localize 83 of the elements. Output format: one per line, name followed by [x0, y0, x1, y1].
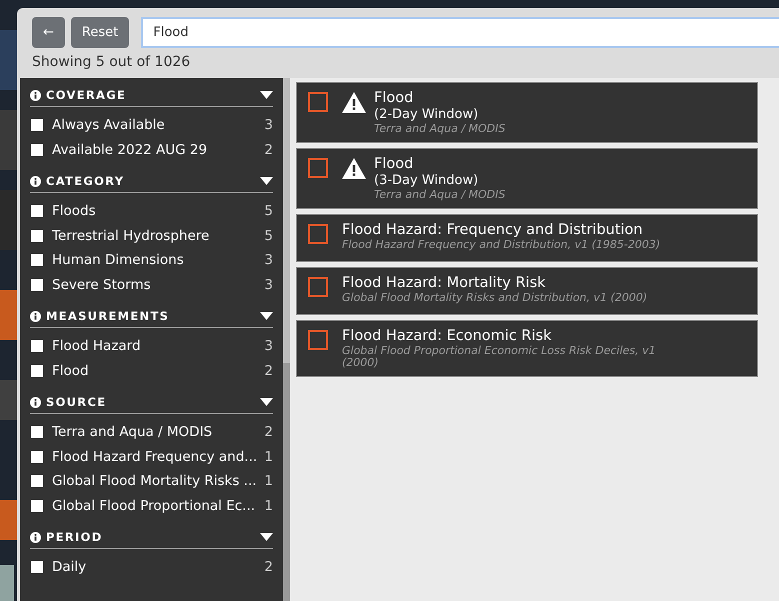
- facet-option[interactable]: Global Flood Mortality Risks ...: [52, 473, 264, 490]
- result-title: Flood Hazard: Mortality Risk: [342, 275, 547, 292]
- result-card[interactable]: Flood (3-Day Window) Terra and Aqua / MODIS: [296, 148, 758, 209]
- result-source: Global Flood Mortality Risks and Distribution, v1 (2000): [342, 292, 648, 304]
- facet-option[interactable]: Terrestrial Hydrosphere: [52, 228, 264, 244]
- warning-icon: [342, 92, 366, 113]
- info-icon: [30, 176, 41, 186]
- reset-button[interactable]: Reset: [70, 17, 130, 48]
- checkbox[interactable]: [31, 119, 43, 132]
- result-card[interactable]: Flood Hazard: Frequency and Distribution Flood Hazard Frequency and Distribution, v1 (1985-2003): [296, 214, 758, 262]
- checkbox[interactable]: [31, 500, 43, 512]
- facet-heading: MEASUREMENTS: [46, 309, 170, 323]
- checkbox[interactable]: [31, 254, 43, 266]
- facet-heading: CATEGORY: [46, 174, 126, 188]
- facet-count: 2: [264, 362, 273, 379]
- facet-option[interactable]: Human Dimensions: [52, 252, 264, 268]
- checkbox[interactable]: [31, 144, 43, 156]
- facet-option[interactable]: Daily: [52, 559, 264, 576]
- result-source: Terra and Aqua / MODIS: [374, 123, 506, 135]
- facet-option[interactable]: Flood Hazard: [52, 338, 264, 354]
- caret-icon[interactable]: [260, 398, 273, 406]
- checkbox[interactable]: [31, 278, 43, 291]
- result-source: Terra and Aqua / MODIS: [374, 189, 506, 201]
- checkbox[interactable]: [308, 92, 328, 112]
- checkbox[interactable]: [31, 426, 43, 438]
- facet-option[interactable]: Terra and Aqua / MODIS: [52, 424, 264, 440]
- checkbox[interactable]: [31, 230, 43, 242]
- facet-count: 5: [264, 203, 273, 220]
- result-title: Flood Hazard: Economic Risk: [342, 328, 552, 345]
- facet-count: 3: [264, 117, 273, 134]
- caret-icon[interactable]: [260, 177, 273, 185]
- result-source: Flood Hazard Frequency and Distribution, v1 (1985-2003): [342, 239, 660, 251]
- facet-count: 1: [264, 473, 273, 490]
- facet-count: 1: [264, 498, 273, 514]
- checkbox[interactable]: [31, 475, 43, 488]
- facet-option[interactable]: Floods: [52, 203, 264, 220]
- result-card[interactable]: Flood (2-Day Window) Terra and Aqua / MODIS: [296, 82, 758, 143]
- result-title: Flood Hazard: Frequency and Distribution: [342, 222, 644, 239]
- result-card[interactable]: Flood Hazard: Mortality Risk Global Flood Mortality Risks and Distribution, v1 (2000): [296, 267, 758, 315]
- info-icon: [30, 396, 41, 408]
- checkbox[interactable]: [31, 205, 43, 218]
- result-title: Flood: [374, 156, 414, 173]
- facet-option[interactable]: Always Available: [52, 117, 264, 134]
- facet-option[interactable]: Flood: [52, 362, 264, 379]
- info-icon: [30, 310, 41, 322]
- checkbox[interactable]: [31, 340, 43, 352]
- facet-count: 3: [264, 276, 273, 293]
- caret-icon[interactable]: [260, 533, 273, 541]
- results-count: Showing 5 out of 1026: [31, 53, 192, 72]
- checkbox[interactable]: [31, 450, 43, 463]
- result-subtitle: (2-Day Window): [374, 107, 480, 123]
- facet-option[interactable]: Available 2022 AUG 29: [52, 142, 264, 158]
- checkbox[interactable]: [308, 330, 328, 350]
- warning-icon: [342, 158, 366, 179]
- facet-option[interactable]: Severe Storms: [52, 276, 264, 293]
- facet-heading: PERIOD: [46, 530, 104, 544]
- info-icon: [30, 532, 41, 542]
- facet-count: 3: [264, 252, 273, 268]
- caret-icon[interactable]: [260, 91, 273, 99]
- scrollbar[interactable]: [283, 78, 290, 601]
- facet-count: 2: [264, 142, 273, 158]
- facet-count: 3: [264, 338, 273, 354]
- facet-count: 2: [264, 559, 273, 576]
- result-source: Global Flood Proportional Economic Loss Risk Deciles, v1 (2000): [342, 345, 657, 369]
- search-field[interactable]: Flood: [141, 17, 779, 48]
- facet-heading: COVERAGE: [46, 88, 128, 102]
- back-button[interactable]: ←: [32, 17, 65, 48]
- facet-count: 2: [264, 424, 273, 440]
- facet-option[interactable]: Flood Hazard Frequency and...: [52, 448, 264, 465]
- facet-option[interactable]: Global Flood Proportional Ec...: [52, 498, 264, 514]
- caret-icon[interactable]: [260, 312, 273, 320]
- facet-heading: SOURCE: [46, 395, 108, 409]
- info-icon: [30, 90, 41, 100]
- result-card[interactable]: Flood Hazard: Economic Risk Global Flood Proportional Economic Loss Risk Deciles, v1 (2000): [296, 320, 758, 377]
- facet-count: 1: [264, 448, 273, 465]
- result-title: Flood: [374, 90, 414, 107]
- result-subtitle: (3-Day Window): [374, 173, 480, 189]
- checkbox[interactable]: [308, 224, 328, 244]
- checkbox[interactable]: [308, 277, 328, 297]
- checkbox[interactable]: [31, 364, 43, 377]
- checkbox[interactable]: [308, 158, 328, 178]
- checkbox[interactable]: [31, 561, 43, 574]
- facet-count: 5: [264, 228, 273, 244]
